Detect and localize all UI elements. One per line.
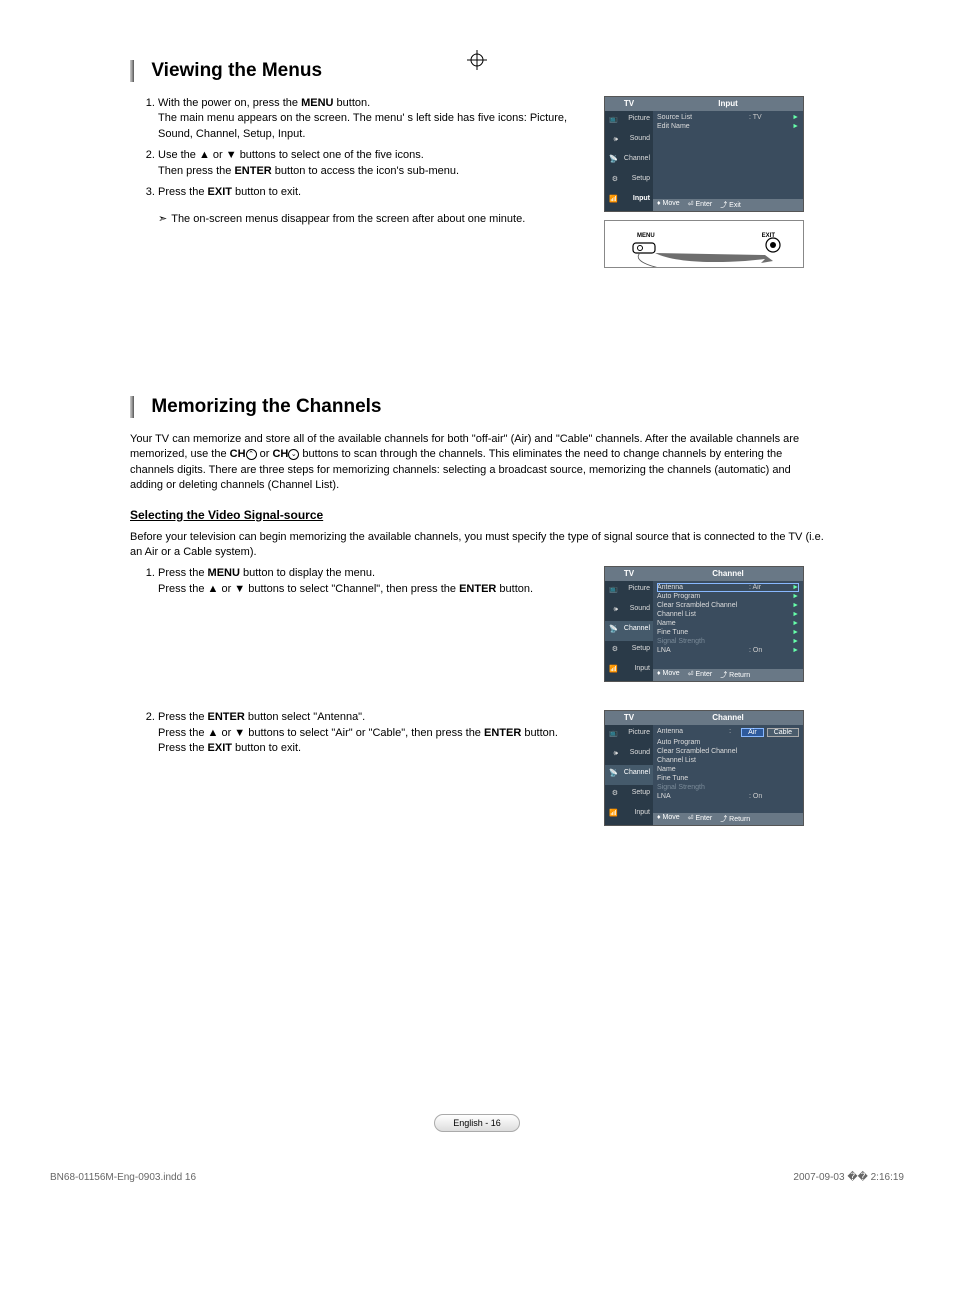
indd-file: BN68-01156M-Eng-0903.indd 16: [50, 1172, 196, 1183]
menu-item: LNA: On►: [657, 646, 799, 655]
menu-item: Clear Scrambled Channel►: [657, 601, 799, 610]
tv-menu-input: TV 📺Picture 🕪Sound 📡Channel ⚙Setup 📶Inpu…: [604, 96, 804, 212]
menu-items: Antenna: Air►Auto Program►Clear Scramble…: [653, 581, 803, 669]
menu-tab-setup: ⚙Setup: [605, 641, 653, 661]
remote-diagram: MENU EXIT: [604, 220, 804, 268]
step: Use the ▲ or ▼ buttons to select one of …: [158, 148, 584, 179]
menu-item: LNA: On: [657, 792, 799, 801]
menu-tab-channel: 📡Channel: [605, 151, 653, 171]
tv-label: TV: [605, 567, 653, 581]
menu-tab-sound: 🕪Sound: [605, 131, 653, 151]
menu-footer: ♦ Move ⏎ Enter ⤴ Return: [653, 669, 803, 681]
tv-label: TV: [605, 711, 653, 725]
menu-item: Clear Scrambled Channel: [657, 747, 799, 756]
menu-footer: ♦ Move ⏎ Enter ⤴ Exit: [653, 199, 803, 211]
page-number-pill: English - 16: [434, 1114, 520, 1132]
menu-tab-picture: 📺Picture: [605, 725, 653, 745]
print-metadata: BN68-01156M-Eng-0903.indd 16 2007-09-03 …: [50, 1172, 904, 1183]
menu-item: Antenna: Air►: [657, 583, 799, 592]
menu-tab-input: 📶Input: [605, 805, 653, 825]
menu-item: Fine Tune►: [657, 628, 799, 637]
menu-title: Channel: [653, 711, 803, 725]
menu-item: Channel List: [657, 756, 799, 765]
menu-item: Fine Tune: [657, 774, 799, 783]
remote-svg: [605, 221, 803, 267]
section-viewing-menus: Viewing the Menus: [130, 60, 824, 82]
tv-menu-channel-a: TV 📺Picture 🕪Sound 📡Channel ⚙Setup 📶Inpu…: [604, 566, 804, 682]
menu-tab-picture: 📺Picture: [605, 581, 653, 601]
menu-item: Auto Program►: [657, 592, 799, 601]
menu-tab-sound: 🕪Sound: [605, 745, 653, 765]
title-bar-icon: [130, 60, 134, 82]
menu-tab-input: 📶Input: [605, 191, 653, 211]
menu-item: Name►: [657, 619, 799, 628]
menu-item: Source List: TV►: [657, 113, 799, 122]
menu-item: Auto Program: [657, 738, 799, 747]
menu-item: Signal Strength: [657, 783, 799, 792]
menu-item: Name: [657, 765, 799, 774]
menu-tab-input: 📶Input: [605, 661, 653, 681]
menu-items: Antenna:AirCableAuto ProgramClear Scramb…: [653, 725, 803, 813]
steps-list-2a: Press the MENU button to display the men…: [130, 566, 584, 597]
menu-footer: ♦ Move ⏎ Enter ⤴ Return: [653, 813, 803, 825]
page-footer: English - 16: [50, 1114, 904, 1132]
title-bar-icon: [130, 396, 134, 418]
menu-tab-sound: 🕪Sound: [605, 601, 653, 621]
menu-title: Channel: [653, 567, 803, 581]
step: Press the EXIT button to exit.: [158, 185, 584, 200]
tv-menu-channel-b: TV 📺Picture 🕪Sound 📡Channel ⚙Setup 📶Inpu…: [604, 710, 804, 826]
step: With the power on, press the MENU button…: [158, 96, 584, 142]
menu-item: Edit Name►: [657, 122, 799, 131]
sub-heading: Selecting the Video Signal-source: [130, 508, 824, 522]
menu-item: Antenna:AirCable: [657, 727, 799, 738]
menu-tab-setup: ⚙Setup: [605, 171, 653, 191]
menu-item: Channel List►: [657, 610, 799, 619]
section-title: Viewing the Menus: [151, 60, 322, 81]
print-timestamp: 2007-09-03 �� 2:16:19: [793, 1172, 904, 1183]
section-memorizing-channels: Memorizing the Channels: [130, 396, 824, 418]
note: ➣The on-screen menus disappear from the …: [158, 212, 584, 225]
menu-tab-setup: ⚙Setup: [605, 785, 653, 805]
section-title: Memorizing the Channels: [151, 396, 381, 417]
menu-tab-channel: 📡Channel: [605, 621, 653, 641]
steps-list-2b: Press the ENTER button select "Antenna".…: [130, 710, 584, 756]
note-arrow-icon: ➣: [158, 213, 167, 225]
menu-item: Signal Strength►: [657, 637, 799, 646]
step: Press the MENU button to display the men…: [158, 566, 584, 597]
steps-list-1: With the power on, press the MENU button…: [130, 96, 584, 200]
menu-tab-picture: 📺Picture: [605, 111, 653, 131]
menu-tab-channel: 📡Channel: [605, 765, 653, 785]
intro-paragraph: Your TV can memorize and store all of th…: [130, 432, 824, 494]
step: Press the ENTER button select "Antenna".…: [158, 710, 584, 756]
menu-title: Input: [653, 97, 803, 111]
pre-paragraph: Before your television can begin memoriz…: [130, 530, 824, 561]
tv-label: TV: [605, 97, 653, 111]
